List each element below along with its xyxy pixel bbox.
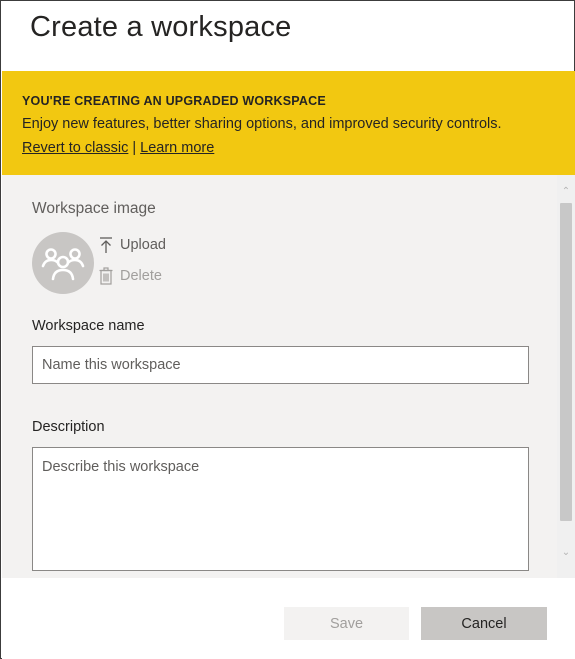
vertical-scrollbar[interactable]: ⌃ ⌄ — [557, 175, 575, 578]
workspace-name-label: Workspace name — [32, 318, 145, 334]
dialog-footer: Save Cancel — [2, 578, 575, 659]
upload-icon — [100, 237, 112, 253]
delete-button[interactable]: Delete — [98, 267, 162, 285]
banner-text: Enjoy new features, better sharing optio… — [22, 116, 502, 132]
workspace-name-input[interactable] — [32, 346, 529, 384]
upload-button[interactable]: Upload — [98, 236, 166, 254]
banner-heading: YOU'RE CREATING AN UPGRADED WORKSPACE — [22, 94, 326, 108]
upload-label: Upload — [120, 237, 166, 253]
workspace-avatar — [32, 232, 94, 294]
delete-label: Delete — [120, 268, 162, 284]
workspace-image-label: Workspace image — [32, 200, 156, 217]
banner-links: Revert to classic | Learn more — [22, 140, 555, 156]
trash-icon — [99, 267, 113, 285]
people-group-icon — [41, 248, 85, 281]
link-separator: | — [132, 140, 137, 156]
save-button[interactable]: Save — [284, 607, 409, 640]
upgrade-banner: YOU'RE CREATING AN UPGRADED WORKSPACE En… — [2, 71, 575, 175]
scroll-down-arrow-icon[interactable]: ⌄ — [561, 548, 571, 558]
scroll-thumb[interactable] — [560, 203, 572, 521]
dialog-title: Create a workspace — [30, 11, 292, 43]
description-label: Description — [32, 419, 105, 435]
description-textarea[interactable] — [32, 447, 529, 571]
scroll-up-arrow-icon[interactable]: ⌃ — [561, 187, 571, 197]
cancel-button[interactable]: Cancel — [421, 607, 547, 640]
form-content: Workspace image Upload Delete Workspace … — [2, 175, 557, 578]
learn-more-link[interactable]: Learn more — [140, 140, 214, 156]
create-workspace-dialog: Create a workspace YOU'RE CREATING AN UP… — [0, 0, 575, 659]
revert-to-classic-link[interactable]: Revert to classic — [22, 140, 128, 156]
